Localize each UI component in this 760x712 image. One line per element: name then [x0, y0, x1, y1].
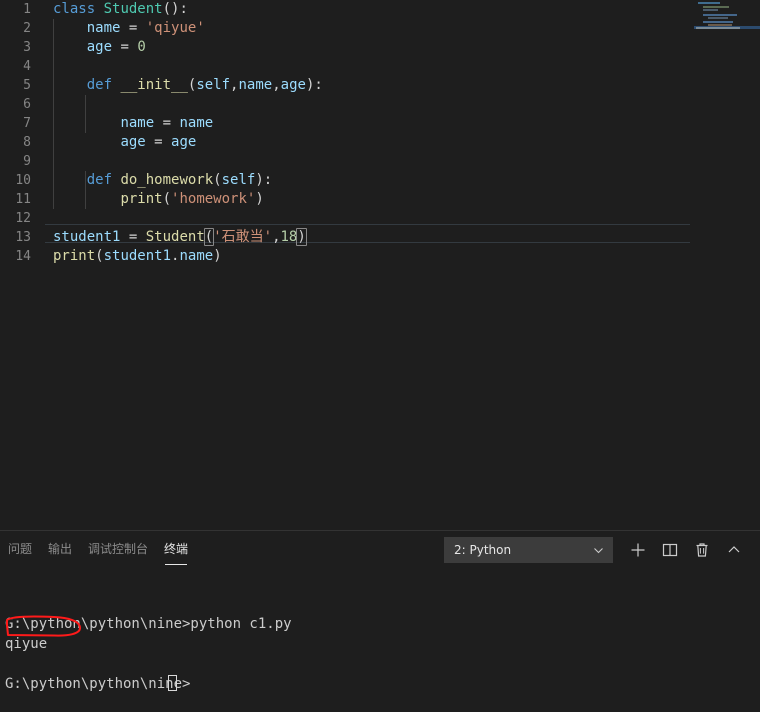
- code-text: name = name: [120, 115, 214, 131]
- code-line[interactable]: 6: [0, 95, 760, 114]
- line-number: 1: [23, 2, 31, 17]
- line-number: 10: [15, 173, 31, 188]
- code-text: print('homework'): [120, 191, 264, 207]
- code-text: print(student1.name): [53, 248, 222, 264]
- code-text: def do_homework(self):: [86, 172, 273, 188]
- minimap-row: [698, 2, 720, 4]
- panel-tab-output[interactable]: 输出: [48, 540, 72, 561]
- minimap-row: [696, 27, 740, 29]
- chevron-up-icon[interactable]: [725, 541, 743, 559]
- minimap-row: [703, 14, 737, 16]
- terminal-line: G:\python\python\nine>python c1.py: [5, 616, 292, 632]
- line-number: 5: [23, 78, 31, 93]
- trash-icon[interactable]: [693, 541, 711, 559]
- minimap-row: [703, 9, 718, 11]
- code-line[interactable]: 9: [0, 152, 760, 171]
- terminal-line: qiyue: [5, 636, 48, 652]
- line-number: 13: [15, 230, 31, 245]
- minimap-row: [708, 17, 728, 19]
- line-number: 2: [23, 21, 31, 36]
- panel-tab-problems[interactable]: 问题: [8, 540, 32, 561]
- line-number: 12: [15, 211, 31, 226]
- line-number: 14: [15, 249, 31, 264]
- code-line[interactable]: 12: [0, 209, 760, 228]
- line-number: 4: [23, 59, 31, 74]
- terminal-output[interactable]: G:\python\python\nine>python c1.py qiyue…: [0, 566, 760, 712]
- code-line[interactable]: 8 age = age: [0, 133, 760, 152]
- code-line[interactable]: 10 def do_homework(self):: [0, 171, 760, 190]
- terminal-selector-dropdown[interactable]: 2: Python: [444, 537, 613, 563]
- code-text: def __init__(self,name,age):: [86, 77, 323, 93]
- panel-tab-terminal[interactable]: 终端: [164, 540, 188, 565]
- minimap-row: [703, 6, 729, 8]
- plus-icon[interactable]: [629, 541, 647, 559]
- line-number: 9: [23, 154, 31, 169]
- terminal-selector-value: 2: Python: [454, 543, 512, 557]
- minimap-row: [703, 21, 733, 23]
- code-text: student1 = Student('石敢当',18): [53, 228, 307, 246]
- code-line[interactable]: 4: [0, 57, 760, 76]
- split-icon[interactable]: [661, 541, 679, 559]
- bottom-panel[interactable]: 问题 输出 调试控制台 终端 2: Python G:\python\pytho…: [0, 530, 760, 712]
- code-text: class Student():: [53, 1, 188, 17]
- panel-tab-debug-console[interactable]: 调试控制台: [88, 540, 148, 561]
- code-line[interactable]: 2 name = 'qiyue': [0, 19, 760, 38]
- code-line[interactable]: 13 student1 = Student('石敢当',18): [0, 228, 760, 247]
- code-text: age = 0: [86, 39, 146, 55]
- terminal-cursor: [168, 675, 177, 691]
- line-number: 11: [15, 192, 31, 207]
- minimap[interactable]: [694, 0, 760, 30]
- chevron-down-icon: [594, 548, 603, 554]
- line-number: 3: [23, 40, 31, 55]
- code-editor[interactable]: 1 class Student(): 2 name = 'qiyue' 3 age =…: [0, 0, 760, 530]
- code-text: name = 'qiyue': [86, 20, 205, 36]
- code-line[interactable]: 7 name = name: [0, 114, 760, 133]
- terminal-line: G:\python\python\nine>: [5, 676, 191, 692]
- code-line[interactable]: 11 print('homework'): [0, 190, 760, 209]
- code-line[interactable]: 14 print(student1.name): [0, 247, 760, 266]
- code-line[interactable]: 3 age = 0: [0, 38, 760, 57]
- panel-header: 问题 输出 调试控制台 终端 2: Python: [0, 531, 760, 566]
- line-number: 6: [23, 97, 31, 112]
- line-number: 7: [23, 116, 31, 131]
- line-number: 8: [23, 135, 31, 150]
- code-text: age = age: [120, 134, 197, 150]
- code-line[interactable]: 5 def __init__(self,name,age):: [0, 76, 760, 95]
- code-line[interactable]: 1 class Student():: [0, 0, 760, 19]
